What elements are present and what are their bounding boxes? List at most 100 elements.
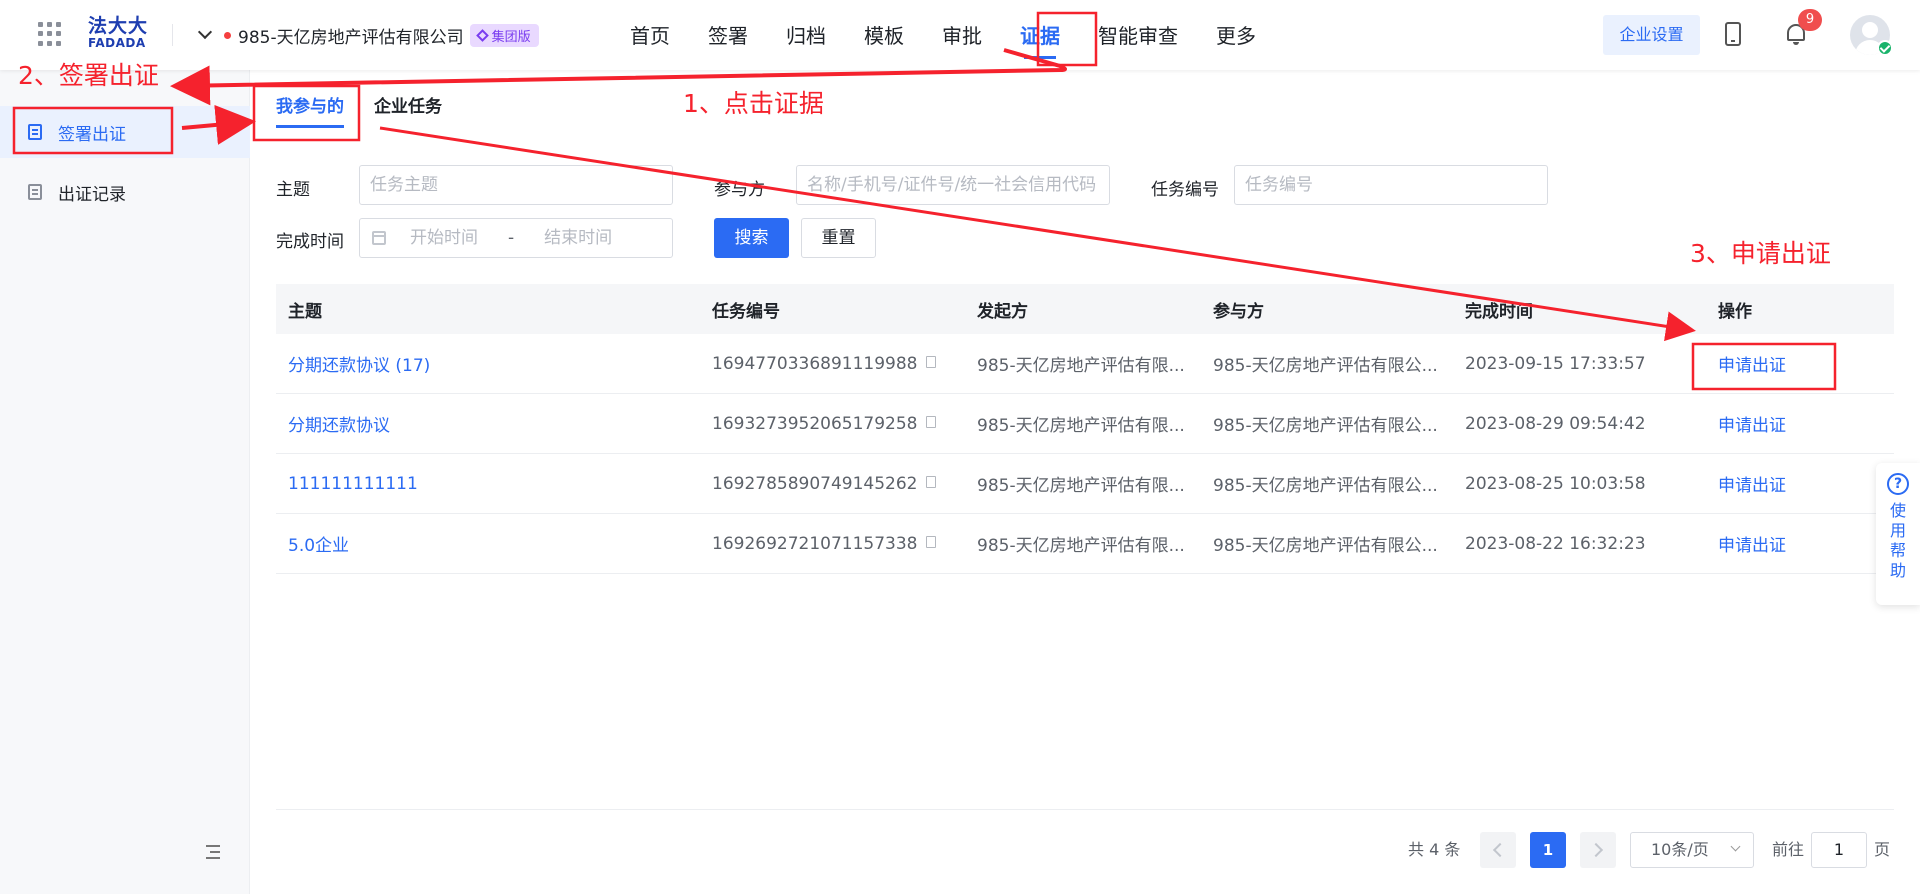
question-icon: ? xyxy=(1887,473,1909,495)
table-bottom-divider xyxy=(276,809,1894,810)
row-initiator: 985-天亿房地产评估有限... xyxy=(977,416,1185,436)
pagination-total: 共 4 条 xyxy=(1408,840,1461,859)
page-1-button[interactable]: 1 xyxy=(1530,832,1566,868)
enterprise-settings-button[interactable]: 企业设置 xyxy=(1603,15,1700,55)
col-task-no: 任务编号 xyxy=(712,301,780,322)
apply-evidence-button[interactable]: 申请出证 xyxy=(1706,411,1894,436)
diamond-icon xyxy=(475,28,489,42)
table-row: 分期还款协议 1693273952065179258 985-天亿房地产评估有限… xyxy=(276,394,1894,454)
apply-evidence-button[interactable]: 申请出证 xyxy=(1706,351,1894,376)
annotation-step1: 1、点击证据 xyxy=(683,89,824,118)
row-task-no: 1693273952065179258 xyxy=(700,414,965,434)
nav-smart-review[interactable]: 智能审查 xyxy=(1098,14,1178,58)
nav-home[interactable]: 首页 xyxy=(630,14,670,58)
finish-time-label: 完成时间 xyxy=(276,232,344,252)
participant-label: 参与方 xyxy=(714,180,765,200)
row-initiator: 985-天亿房地产评估有限... xyxy=(977,356,1185,376)
range-separator: - xyxy=(508,228,515,248)
table-row: 5.0企业 1692692721071157338 985-天亿房地产评估有限.… xyxy=(276,514,1894,574)
row-finish-time: 2023-08-22 16:32:23 xyxy=(1465,533,1646,554)
row-participant: 985-天亿房地产评估有限公... xyxy=(1213,356,1438,376)
col-finish-time: 完成时间 xyxy=(1465,301,1533,322)
annotation-step2: 2、签署出证 xyxy=(18,61,159,90)
goto-label: 前往 xyxy=(1772,840,1805,859)
nav-template[interactable]: 模板 xyxy=(864,14,904,58)
copy-icon[interactable] xyxy=(925,415,936,428)
table-row: 分期还款协议 (17) 1694770336891119988 985-天亿房地… xyxy=(276,334,1894,394)
copy-icon[interactable] xyxy=(925,475,936,488)
apply-evidence-button[interactable]: 申请出证 xyxy=(1706,531,1894,556)
copy-icon[interactable] xyxy=(925,535,936,548)
sidebar-item-evidence-records[interactable]: 出证记录 xyxy=(0,166,250,218)
prev-page-button[interactable] xyxy=(1480,832,1516,868)
row-participant: 985-天亿房地产评估有限公... xyxy=(1213,476,1438,496)
mobile-icon[interactable] xyxy=(1725,22,1741,46)
search-button[interactable]: 搜索 xyxy=(714,218,789,258)
verified-check-icon xyxy=(1877,40,1893,56)
goto-page-input[interactable]: 1 xyxy=(1811,832,1867,868)
company-name: 985-天亿房地产评估有限公司 xyxy=(238,27,464,48)
row-task-no: 1694770336891119988 xyxy=(700,354,965,374)
sidebar-item-sign-evidence[interactable]: 签署出证 xyxy=(0,106,250,158)
col-initiator: 发起方 xyxy=(977,301,1028,322)
row-initiator: 985-天亿房地产评估有限... xyxy=(977,536,1185,556)
subject-label: 主题 xyxy=(276,180,310,200)
row-subject-link[interactable]: 5.0企业 xyxy=(276,531,700,556)
row-finish-time: 2023-08-25 10:03:58 xyxy=(1465,473,1646,494)
row-initiator: 985-天亿房地产评估有限... xyxy=(977,476,1185,496)
nav-more[interactable]: 更多 xyxy=(1216,14,1256,58)
subject-input[interactable]: 任务主题 xyxy=(359,165,673,205)
nav-approval[interactable]: 审批 xyxy=(942,14,982,58)
nav-evidence[interactable]: 证据 xyxy=(1020,14,1060,59)
row-finish-time: 2023-08-29 09:54:42 xyxy=(1465,413,1646,434)
page-size-select[interactable]: 10条/页 xyxy=(1630,832,1754,868)
table-header: 主题 任务编号 发起方 参与方 完成时间 操作 xyxy=(276,284,1894,334)
task-no-input[interactable]: 任务编号 xyxy=(1234,165,1548,205)
annotation-step3: 3、申请出证 xyxy=(1690,239,1831,268)
nav-sign[interactable]: 签署 xyxy=(708,14,748,58)
apply-evidence-button[interactable]: 申请出证 xyxy=(1706,471,1894,496)
page-unit-label: 页 xyxy=(1874,840,1891,859)
help-floating-button[interactable]: ? 使用帮助 xyxy=(1876,463,1920,605)
collapse-sidebar-icon[interactable] xyxy=(202,845,220,859)
col-participant: 参与方 xyxy=(1213,301,1264,322)
finish-time-range[interactable]: 开始时间 - 结束时间 xyxy=(359,218,673,258)
status-dot xyxy=(224,31,231,39)
task-no-label: 任务编号 xyxy=(1151,180,1219,200)
tab-enterprise-tasks[interactable]: 企业任务 xyxy=(374,94,442,130)
header-divider xyxy=(172,24,173,46)
end-time-input[interactable]: 结束时间 xyxy=(544,219,612,257)
copy-icon[interactable] xyxy=(925,355,936,368)
main-nav: 首页 签署 归档 模板 审批 证据 智能审查 更多 xyxy=(630,14,1294,59)
apps-grid-icon[interactable] xyxy=(38,22,62,46)
row-subject-link[interactable]: 分期还款协议 xyxy=(276,411,700,436)
document-icon xyxy=(28,124,42,140)
fadada-logo[interactable]: 法大大 FADADA xyxy=(88,16,152,52)
company-switcher[interactable]: 985-天亿房地产评估有限公司 集团版 xyxy=(196,22,539,48)
next-page-button[interactable] xyxy=(1580,832,1616,868)
nav-archive[interactable]: 归档 xyxy=(786,14,826,58)
row-task-no: 1692692721071157338 xyxy=(700,534,965,554)
notification-count-badge: 9 xyxy=(1798,9,1822,31)
row-subject-link[interactable]: 分期还款协议 (17) xyxy=(276,351,700,376)
edition-badge: 集团版 xyxy=(469,23,539,47)
sidebar: 签署出证 出证记录 xyxy=(0,70,250,894)
participant-input[interactable]: 名称/手机号/证件号/统一社会信用代码 xyxy=(796,165,1110,205)
help-label: 使用帮助 xyxy=(1889,501,1906,580)
calendar-icon xyxy=(372,231,386,245)
chevron-down-icon xyxy=(1730,841,1741,852)
reset-button[interactable]: 重置 xyxy=(801,218,876,258)
row-participant: 985-天亿房地产评估有限公... xyxy=(1213,416,1438,436)
row-participant: 985-天亿房地产评估有限公... xyxy=(1213,536,1438,556)
col-subject: 主题 xyxy=(288,301,322,322)
row-subject-link[interactable]: 111111111111 xyxy=(276,474,700,494)
evidence-table: 主题 任务编号 发起方 参与方 完成时间 操作 分期还款协议 (17) 1694… xyxy=(276,284,1894,574)
start-time-input[interactable]: 开始时间 xyxy=(410,219,478,257)
table-row: 111111111111 1692785890749145262 985-天亿房… xyxy=(276,454,1894,514)
tab-my-participated[interactable]: 我参与的 xyxy=(276,94,344,130)
record-icon xyxy=(28,184,42,200)
col-action: 操作 xyxy=(1718,301,1752,322)
row-task-no: 1692785890749145262 xyxy=(700,474,965,494)
chevron-down-icon xyxy=(197,24,213,40)
row-finish-time: 2023-09-15 17:33:57 xyxy=(1465,353,1646,374)
